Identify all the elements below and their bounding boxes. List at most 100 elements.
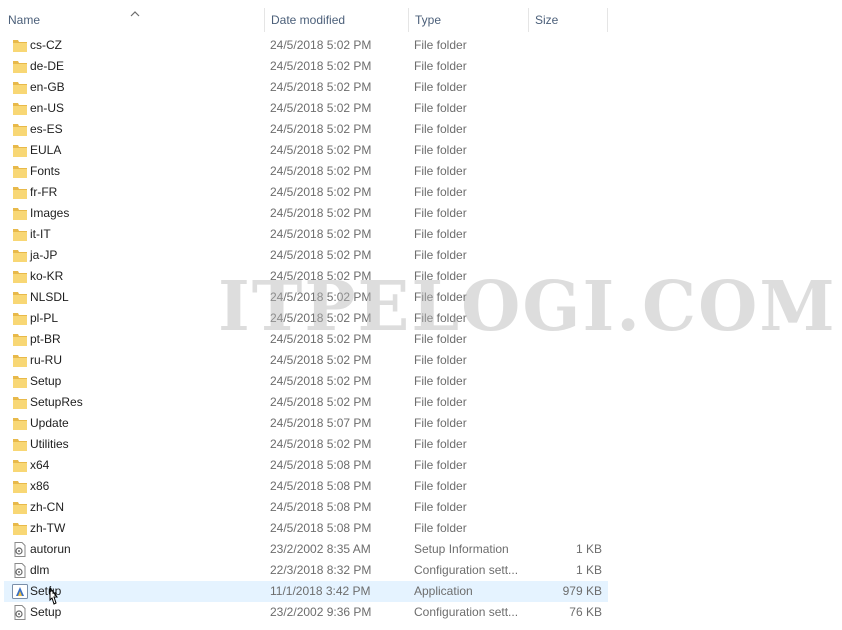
- file-type: Configuration sett...: [414, 605, 519, 619]
- file-name: it-IT: [30, 227, 51, 241]
- file-name: en-US: [30, 101, 65, 115]
- column-header-date-label: Date modified: [271, 13, 346, 27]
- file-type: File folder: [414, 122, 467, 136]
- file-type: File folder: [414, 185, 467, 199]
- file-row[interactable]: en-US 24/5/2018 5:02 PM File folder: [4, 98, 608, 119]
- file-name: cs-CZ: [30, 38, 62, 52]
- column-header-type-label: Type: [415, 13, 442, 27]
- file-row[interactable]: zh-CN 24/5/2018 5:08 PM File folder: [4, 497, 608, 518]
- file-row[interactable]: cs-CZ 24/5/2018 5:02 PM File folder: [4, 35, 608, 56]
- file-name: Utilities: [30, 437, 69, 451]
- file-date-modified: 24/5/2018 5:02 PM: [270, 227, 372, 241]
- file-row[interactable]: Setup 11/1/2018 3:42 PM Application 979 KB: [4, 581, 608, 602]
- file-row[interactable]: it-IT 24/5/2018 5:02 PM File folder: [4, 224, 608, 245]
- file-type: Configuration sett...: [414, 563, 519, 577]
- folder-icon: [12, 521, 28, 536]
- file-type: File folder: [414, 227, 467, 241]
- file-size: 979 KB: [562, 584, 602, 598]
- file-date-modified: 24/5/2018 5:02 PM: [270, 311, 372, 325]
- file-name: pl-PL: [30, 311, 59, 325]
- file-row[interactable]: SetupRes 24/5/2018 5:02 PM File folder: [4, 392, 608, 413]
- settings-file-icon: [12, 542, 28, 557]
- file-row[interactable]: Images 24/5/2018 5:02 PM File folder: [4, 203, 608, 224]
- settings-file-icon: [12, 605, 28, 620]
- application-icon: [12, 584, 28, 599]
- file-type: File folder: [414, 374, 467, 388]
- folder-icon: [12, 227, 28, 242]
- column-header-type[interactable]: Type: [408, 8, 528, 32]
- file-date-modified: 24/5/2018 5:02 PM: [270, 332, 372, 346]
- file-date-modified: 24/5/2018 5:02 PM: [270, 374, 372, 388]
- file-type: File folder: [414, 500, 467, 514]
- column-header-name-label: Name: [8, 13, 41, 27]
- file-date-modified: 22/3/2018 8:32 PM: [270, 563, 372, 577]
- file-row[interactable]: pt-BR 24/5/2018 5:02 PM File folder: [4, 329, 608, 350]
- folder-icon: [12, 290, 28, 305]
- folder-icon: [12, 101, 28, 116]
- file-name: en-GB: [30, 80, 65, 94]
- file-date-modified: 24/5/2018 5:02 PM: [270, 290, 372, 304]
- file-date-modified: 24/5/2018 5:02 PM: [270, 248, 372, 262]
- file-date-modified: 24/5/2018 5:02 PM: [270, 437, 372, 451]
- folder-icon: [12, 269, 28, 284]
- folder-icon: [12, 80, 28, 95]
- column-header-name[interactable]: Name: [2, 8, 264, 32]
- folder-icon: [12, 332, 28, 347]
- file-name: x64: [30, 458, 50, 472]
- file-row[interactable]: ja-JP 24/5/2018 5:02 PM File folder: [4, 245, 608, 266]
- file-row[interactable]: Update 24/5/2018 5:07 PM File folder: [4, 413, 608, 434]
- file-date-modified: 23/2/2002 8:35 AM: [270, 542, 371, 556]
- file-row[interactable]: es-ES 24/5/2018 5:02 PM File folder: [4, 119, 608, 140]
- file-type: File folder: [414, 290, 467, 304]
- file-type: File folder: [414, 101, 467, 115]
- file-date-modified: 23/2/2002 9:36 PM: [270, 605, 372, 619]
- file-row[interactable]: ko-KR 24/5/2018 5:02 PM File folder: [4, 266, 608, 287]
- file-row[interactable]: en-GB 24/5/2018 5:02 PM File folder: [4, 77, 608, 98]
- file-row[interactable]: Setup 23/2/2002 9:36 PM Configuration sett…: [4, 602, 608, 623]
- file-name: Setup: [30, 374, 62, 388]
- folder-icon: [12, 500, 28, 515]
- file-type: Setup Information: [414, 542, 509, 556]
- column-header-size[interactable]: Size: [528, 8, 608, 32]
- file-type: File folder: [414, 479, 467, 493]
- folder-icon: [12, 437, 28, 452]
- file-row[interactable]: NLSDL 24/5/2018 5:02 PM File folder: [4, 287, 608, 308]
- file-type: File folder: [414, 437, 467, 451]
- file-size: 76 KB: [569, 605, 602, 619]
- file-row[interactable]: EULA 24/5/2018 5:02 PM File folder: [4, 140, 608, 161]
- file-date-modified: 24/5/2018 5:02 PM: [270, 395, 372, 409]
- file-row[interactable]: de-DE 24/5/2018 5:02 PM File folder: [4, 56, 608, 77]
- file-name: ja-JP: [30, 248, 58, 262]
- folder-icon: [12, 458, 28, 473]
- file-name: Update: [30, 416, 69, 430]
- file-row[interactable]: pl-PL 24/5/2018 5:02 PM File folder: [4, 308, 608, 329]
- file-row[interactable]: Setup 24/5/2018 5:02 PM File folder: [4, 371, 608, 392]
- file-name: x86: [30, 479, 50, 493]
- file-row[interactable]: zh-TW 24/5/2018 5:08 PM File folder: [4, 518, 608, 539]
- file-type: File folder: [414, 143, 467, 157]
- file-name: Fonts: [30, 164, 61, 178]
- file-type: File folder: [414, 311, 467, 325]
- file-row[interactable]: dlm 22/3/2018 8:32 PM Configuration sett..…: [4, 560, 608, 581]
- file-name: fr-FR: [30, 185, 58, 199]
- folder-icon: [12, 122, 28, 137]
- file-name: EULA: [30, 143, 62, 157]
- column-header-date-modified[interactable]: Date modified: [264, 8, 408, 32]
- file-date-modified: 24/5/2018 5:02 PM: [270, 101, 372, 115]
- file-type: File folder: [414, 38, 467, 52]
- file-row[interactable]: x64 24/5/2018 5:08 PM File folder: [4, 455, 608, 476]
- folder-icon: [12, 248, 28, 263]
- file-row[interactable]: fr-FR 24/5/2018 5:02 PM File folder: [4, 182, 608, 203]
- file-row[interactable]: Fonts 24/5/2018 5:02 PM File folder: [4, 161, 608, 182]
- file-row[interactable]: Utilities 24/5/2018 5:02 PM File folder: [4, 434, 608, 455]
- file-date-modified: 24/5/2018 5:02 PM: [270, 143, 372, 157]
- file-name: de-DE: [30, 59, 65, 73]
- file-type: File folder: [414, 353, 467, 367]
- file-date-modified: 24/5/2018 5:02 PM: [270, 164, 372, 178]
- file-row[interactable]: autorun 23/2/2002 8:35 AM Setup Informatio…: [4, 539, 608, 560]
- file-name: ru-RU: [30, 353, 62, 367]
- file-row[interactable]: ru-RU 24/5/2018 5:02 PM File folder: [4, 350, 608, 371]
- column-header-bar: Name Date modified Type Size: [0, 0, 842, 38]
- file-row[interactable]: x86 24/5/2018 5:08 PM File folder: [4, 476, 608, 497]
- file-date-modified: 24/5/2018 5:02 PM: [270, 59, 372, 73]
